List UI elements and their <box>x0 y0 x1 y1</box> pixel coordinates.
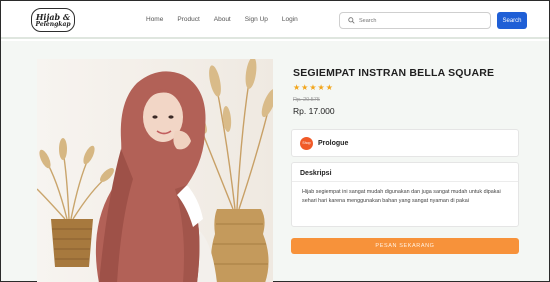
store-name[interactable]: Prologue <box>318 140 348 147</box>
nav-about[interactable]: About <box>214 16 231 23</box>
order-now-button[interactable]: PESAN SEKARANG <box>291 238 519 254</box>
product-image[interactable] <box>37 59 273 282</box>
nav-home[interactable]: Home <box>146 16 163 23</box>
search-box[interactable] <box>339 12 491 29</box>
rating-stars: ★★★★★ <box>293 83 334 92</box>
product-title: SEGIEMPAT INSTRAN BELLA SQUARE <box>293 67 495 79</box>
search-icon <box>348 17 355 24</box>
nav-login[interactable]: Login <box>282 16 298 23</box>
store-avatar: Shop <box>300 136 313 150</box>
logo-line-2: Pelengkap <box>35 20 71 28</box>
product-price: Rp. 17.000 <box>293 106 335 116</box>
nav-links: Home Product About Sign Up Login <box>146 16 312 23</box>
nav-sign-up[interactable]: Sign Up <box>245 16 268 23</box>
original-price: Rp. 20.575 <box>293 97 320 103</box>
search-button[interactable]: Search <box>497 12 527 29</box>
description-card: Deskripsi Hijab segiempat ini sangat mud… <box>291 162 519 227</box>
description-text: Hijab segiempat ini sangat mudah digunak… <box>302 189 501 204</box>
product-photo-illustration <box>37 59 273 282</box>
description-title: Deskripsi <box>292 163 518 182</box>
search-input[interactable] <box>359 17 479 24</box>
logo-line-1: Hijab & <box>35 11 71 22</box>
top-navbar: Hijab & Pelengkap Home Product About Sig… <box>1 1 549 39</box>
nav-product[interactable]: Product <box>177 16 199 23</box>
brand-logo[interactable]: Hijab & Pelengkap <box>31 8 75 32</box>
store-card[interactable]: Shop Prologue <box>291 129 519 157</box>
